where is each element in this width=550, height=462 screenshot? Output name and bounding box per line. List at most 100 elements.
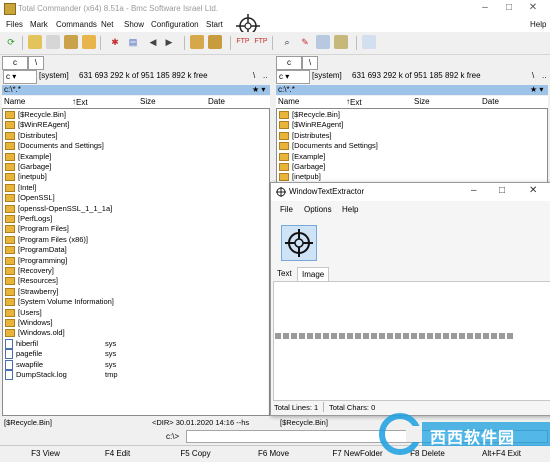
right-network-drive-button[interactable]: \ <box>302 56 318 70</box>
wte-toolbar-icon[interactable] <box>435 333 441 339</box>
wte-menu-options[interactable]: Options <box>304 205 332 214</box>
left-file-row[interactable]: [Recovery] <box>5 266 54 276</box>
wte-toolbar-icon[interactable] <box>483 333 489 339</box>
menu-configuration[interactable]: Configuration <box>151 20 199 29</box>
wte-tab-text[interactable]: Text <box>273 267 296 280</box>
wte-target-button[interactable] <box>281 225 317 261</box>
select-icon[interactable]: ▤ <box>126 35 140 49</box>
left-path-bar[interactable]: c:\*.* ★ ▾ <box>2 85 270 95</box>
refresh-icon[interactable]: ⟳ <box>4 35 18 49</box>
left-file-row[interactable]: DumpStack.log tmp <box>5 370 118 381</box>
left-history-icon[interactable]: ★ ▾ <box>252 85 265 95</box>
left-file-row[interactable]: [$Recycle.Bin] <box>5 110 66 120</box>
minimize-icon[interactable]: – <box>478 1 492 15</box>
left-file-row[interactable]: [$WinREAgent] <box>5 120 69 130</box>
left-file-row[interactable]: [Strawberry] <box>5 287 58 297</box>
menu-net[interactable]: Net <box>101 20 113 29</box>
wte-toolbar-icon[interactable] <box>427 333 433 339</box>
wte-toolbar-icon[interactable] <box>315 333 321 339</box>
right-file-row[interactable]: [Distributes] <box>279 131 332 141</box>
invert-selection-icon[interactable]: ✱ <box>108 35 122 49</box>
left-file-row[interactable]: [Windows] <box>5 318 53 328</box>
right-col-size[interactable]: Size <box>414 97 430 106</box>
left-col-name[interactable]: Name <box>4 97 25 106</box>
right-drive-c-button[interactable]: c <box>276 56 302 70</box>
wte-toolbar-icon[interactable] <box>275 333 281 339</box>
pack-icon[interactable] <box>190 35 204 49</box>
left-file-row[interactable]: [System Volume Information] <box>5 297 114 307</box>
left-file-row[interactable]: [openssl-OpenSSL_1_1_1a] <box>5 204 112 214</box>
wte-toolbar-icon[interactable] <box>491 333 497 339</box>
left-file-row[interactable]: [Distributes] <box>5 131 58 141</box>
left-file-row[interactable]: [Program Files] <box>5 224 69 234</box>
full-view-icon[interactable] <box>46 35 60 49</box>
left-file-row[interactable]: [Users] <box>5 308 42 318</box>
find-icon[interactable]: ⌕ <box>280 35 294 49</box>
left-file-row[interactable]: [Windows.old] <box>5 328 65 338</box>
unpack-icon[interactable] <box>208 35 222 49</box>
left-file-row[interactable]: hiberfil sys <box>5 339 116 349</box>
right-file-row[interactable]: [Documents and Settings] <box>279 141 378 151</box>
menu-start[interactable]: Start <box>206 20 223 29</box>
right-col-name[interactable]: Name <box>278 97 299 106</box>
right-file-row[interactable]: [Garbage] <box>279 162 325 172</box>
left-file-row[interactable]: [OpenSSL] <box>5 193 55 203</box>
wte-toolbar-icon[interactable] <box>331 333 337 339</box>
left-drive-combo[interactable]: c ▾ <box>3 70 37 84</box>
wte-toolbar-icon[interactable] <box>371 333 377 339</box>
left-file-row[interactable]: [Example] <box>5 152 51 162</box>
right-path-bar[interactable]: c:\*.* ★ ▾ <box>276 85 548 95</box>
right-file-row[interactable]: [Example] <box>279 152 325 162</box>
wte-toolbar-icon[interactable] <box>387 333 393 339</box>
left-col-size[interactable]: Size <box>140 97 156 106</box>
wte-toolbar-icon[interactable] <box>291 333 297 339</box>
menu-show[interactable]: Show <box>124 20 144 29</box>
wte-toolbar-icon[interactable] <box>499 333 505 339</box>
left-col-ext[interactable]: ↑ Ext <box>72 97 88 107</box>
wte-toolbar-icon[interactable] <box>283 333 289 339</box>
left-file-list[interactable]: [$Recycle.Bin] [$WinREAgent] [Distributes]… <box>2 108 270 416</box>
compare-icon[interactable] <box>334 35 348 49</box>
left-file-row[interactable]: swapfile sys <box>5 360 116 370</box>
wte-toolbar-icon[interactable] <box>475 333 481 339</box>
f6-move-button[interactable]: F6 Move <box>228 449 319 458</box>
left-file-row[interactable]: pagefile sys <box>5 349 116 360</box>
left-file-row[interactable]: [Resources] <box>5 276 58 286</box>
wte-toolbar-icon[interactable] <box>347 333 353 339</box>
wte-toolbar-icon[interactable] <box>507 333 513 339</box>
tree-icon[interactable] <box>64 35 78 49</box>
right-drive-combo[interactable]: c ▾ <box>276 70 310 84</box>
left-file-row[interactable]: [inetpub] <box>5 172 47 182</box>
left-file-row[interactable]: [Program Files (x86)] <box>5 235 88 245</box>
maximize-icon[interactable]: □ <box>502 1 516 15</box>
left-col-date[interactable]: Date <box>208 97 225 106</box>
right-history-icon[interactable]: ★ ▾ <box>530 85 543 95</box>
wte-tab-image[interactable]: Image <box>297 267 330 281</box>
thumbnails-icon[interactable] <box>82 35 96 49</box>
right-root-button[interactable]: \ <box>532 71 534 80</box>
wte-menu-file[interactable]: File <box>280 205 293 214</box>
wte-toolbar-icon[interactable] <box>403 333 409 339</box>
wte-toolbar-icon[interactable] <box>395 333 401 339</box>
wte-toolbar-icon[interactable] <box>467 333 473 339</box>
wte-close-icon[interactable]: ✕ <box>529 185 537 196</box>
wte-toolbar-icon[interactable] <box>299 333 305 339</box>
notepad-icon[interactable] <box>362 35 376 49</box>
wte-toolbar-icon[interactable] <box>323 333 329 339</box>
left-file-row[interactable]: [Programming] <box>5 256 67 266</box>
wte-maximize-icon[interactable]: □ <box>499 185 505 196</box>
sync-dirs-icon[interactable] <box>316 35 330 49</box>
brief-view-icon[interactable] <box>28 35 42 49</box>
close-icon[interactable]: ✕ <box>526 1 540 15</box>
wte-toolbar-icon[interactable] <box>419 333 425 339</box>
wte-toolbar-icon[interactable] <box>355 333 361 339</box>
multi-rename-icon[interactable]: ✎ <box>298 35 312 49</box>
left-file-row[interactable]: [Garbage] <box>5 162 51 172</box>
right-file-row[interactable]: [$WinREAgent] <box>279 120 343 130</box>
wte-toolbar-icon[interactable] <box>411 333 417 339</box>
forward-icon[interactable]: ▶ <box>162 35 176 49</box>
right-col-ext[interactable]: ↑ Ext <box>346 97 362 107</box>
wte-toolbar-icon[interactable] <box>307 333 313 339</box>
wte-menu-help[interactable]: Help <box>342 205 358 214</box>
menu-files[interactable]: Files <box>6 20 23 29</box>
